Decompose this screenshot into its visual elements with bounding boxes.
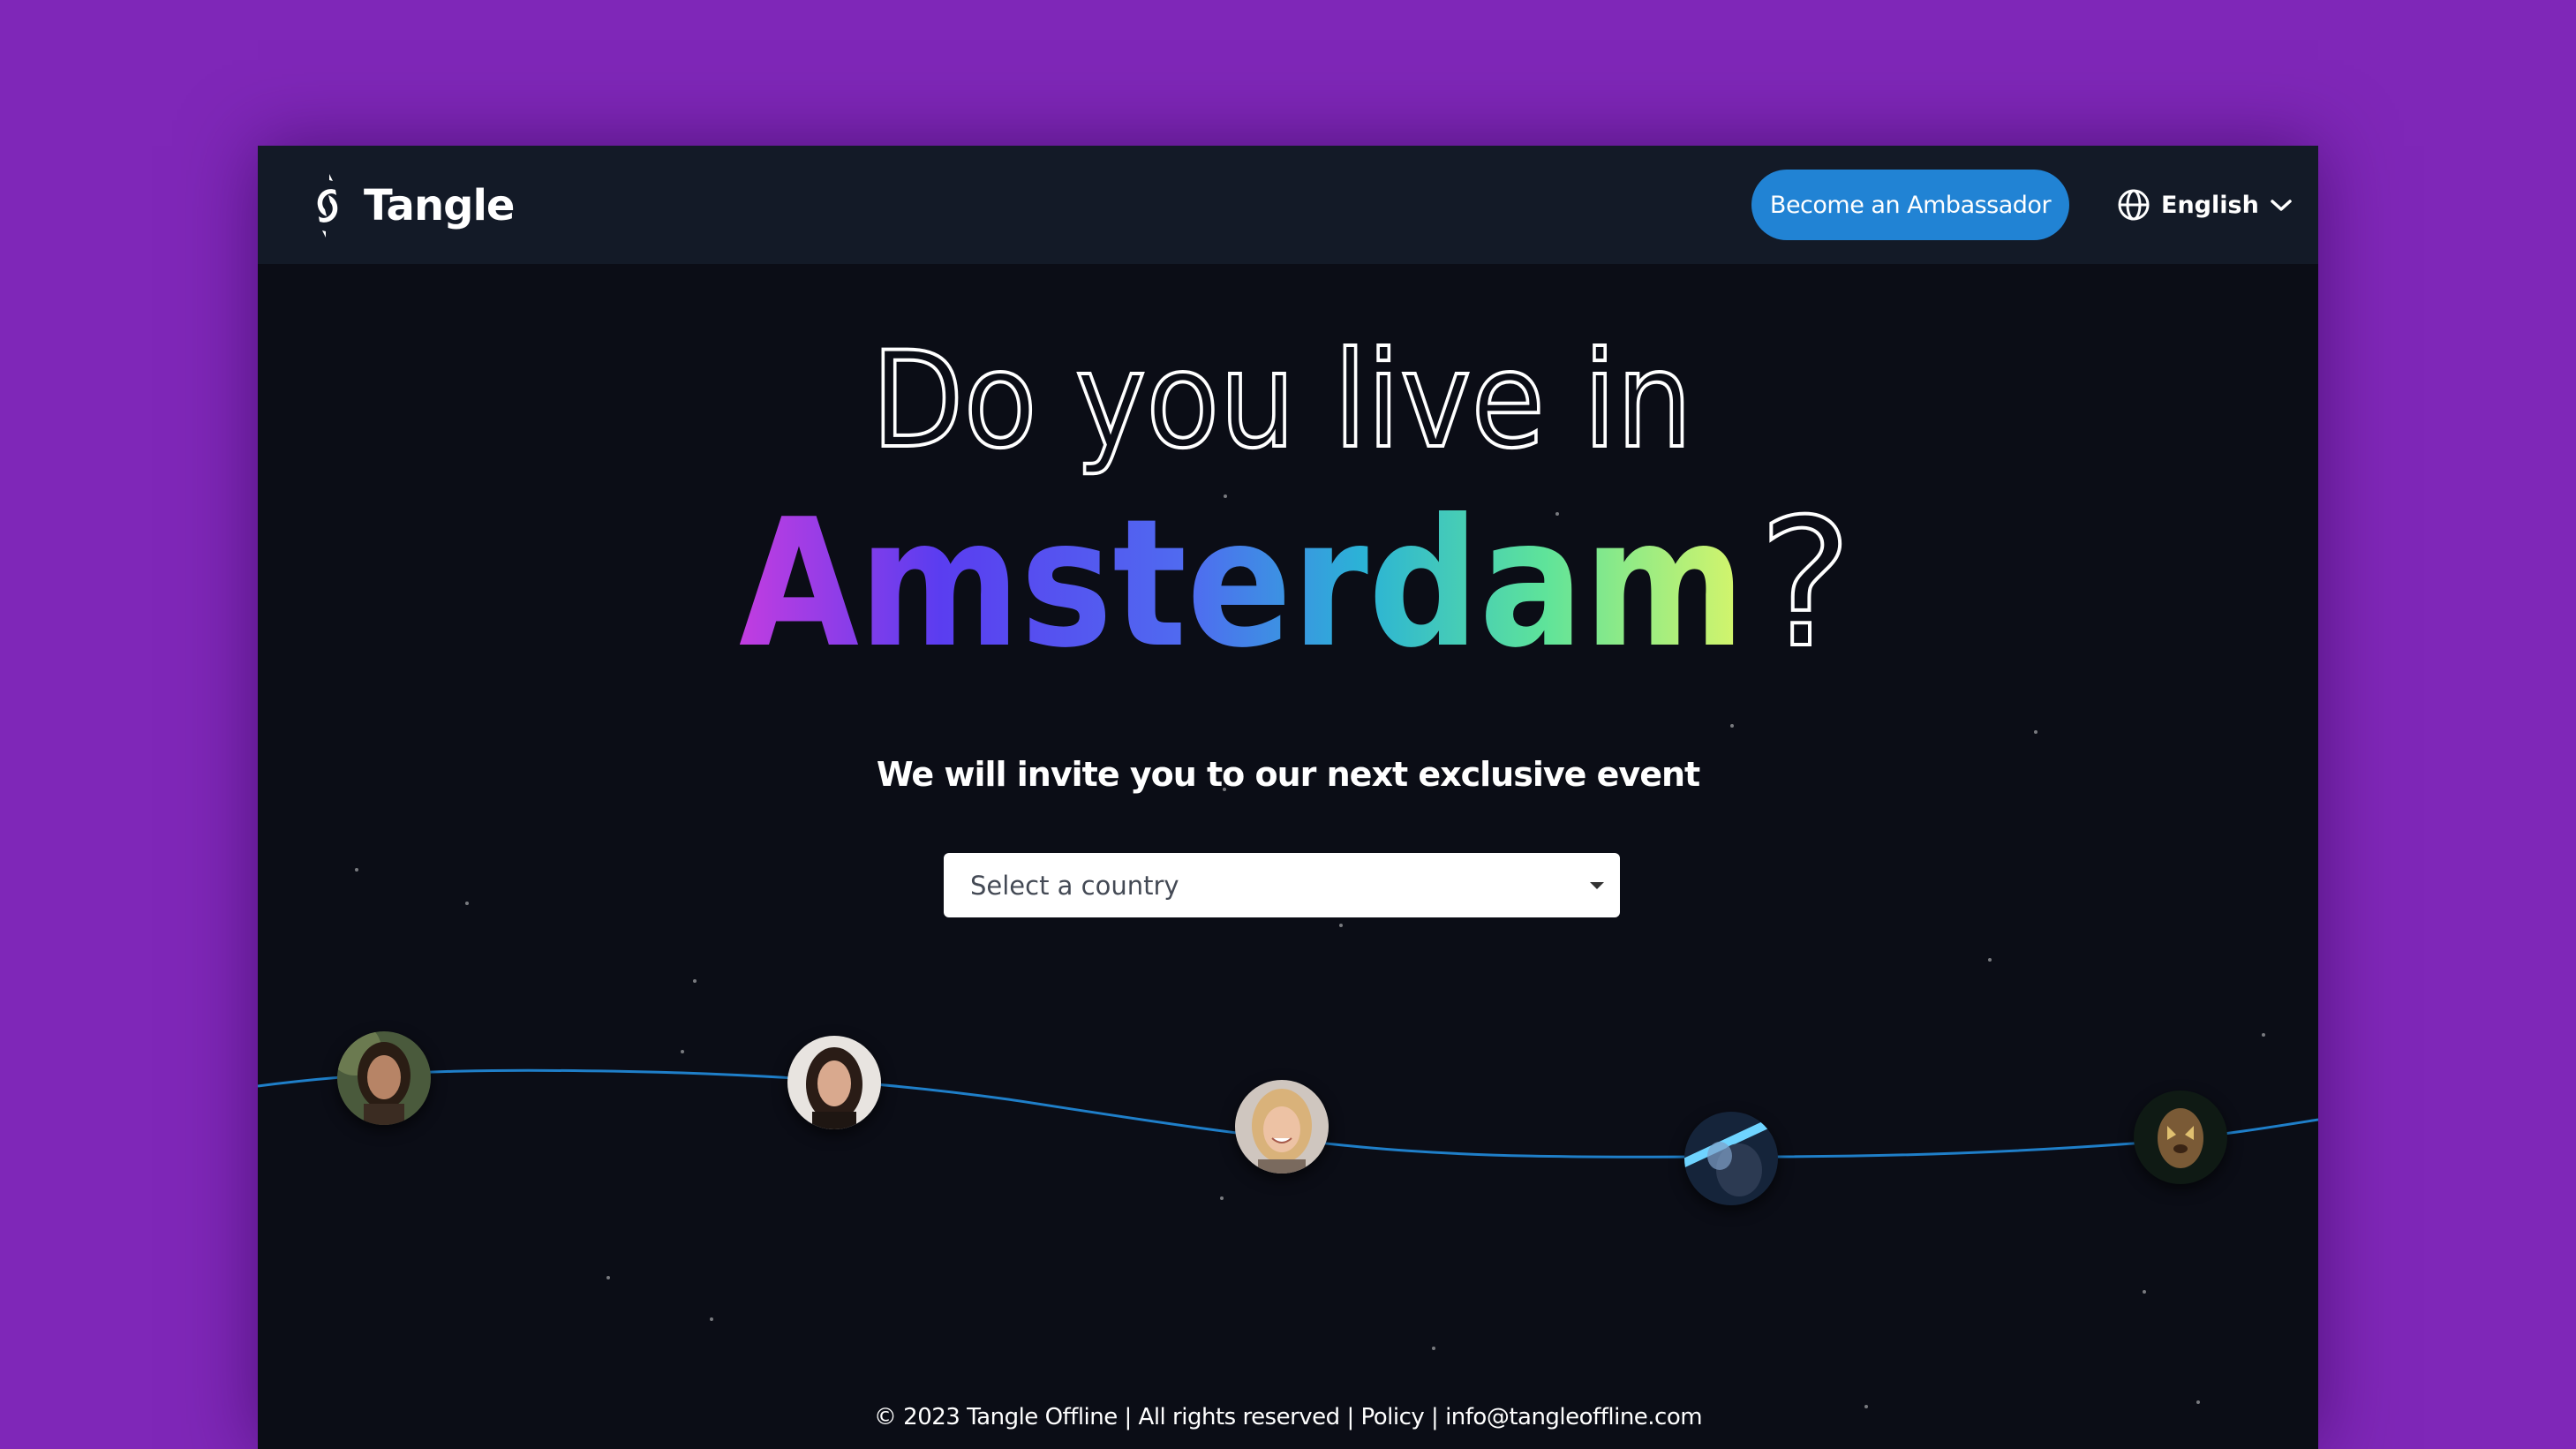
hero-heading-line1: Do you live in (870, 322, 1694, 477)
avatar-person-face-paint[interactable] (2134, 1091, 2227, 1184)
star (710, 1317, 713, 1321)
star (693, 979, 697, 983)
country-select-placeholder: Select a country (970, 870, 1179, 901)
star (465, 902, 469, 905)
star (355, 868, 358, 872)
star (681, 1050, 684, 1053)
hero-line1-text: Do you live in (871, 324, 1692, 477)
top-navbar: Tangle Become an Ambassador English (258, 146, 2318, 264)
avatar-person-neon-light[interactable] (1684, 1112, 1778, 1205)
star (606, 1276, 610, 1279)
hero-subtitle: We will invite you to our next exclusive… (876, 755, 1700, 794)
avatar-woman-dark-hair-outdoors[interactable] (337, 1031, 431, 1125)
star (2262, 1033, 2265, 1037)
become-ambassador-button[interactable]: Become an Ambassador (1751, 170, 2069, 240)
footer-separator: | (1424, 1404, 1446, 1430)
footer-policy-link[interactable]: Policy (1360, 1404, 1424, 1430)
avatar-woman-dark-hair-smiling[interactable] (787, 1036, 881, 1129)
brand[interactable]: Tangle (305, 169, 515, 243)
star (1730, 724, 1734, 728)
footer-email-link[interactable]: info@tangleoffline.com (1445, 1404, 1703, 1430)
footer-copyright: © 2023 Tangle Offline | All rights reser… (873, 1404, 1361, 1430)
country-select[interactable]: Select a country (944, 853, 1620, 917)
chevron-down-icon (2271, 200, 2292, 211)
star (2034, 730, 2037, 734)
star (1339, 924, 1343, 927)
brand-name: Tangle (364, 181, 515, 230)
app-window: Tangle Become an Ambassador English Do y… (258, 146, 2318, 1449)
globe-icon (2118, 189, 2150, 221)
language-selector[interactable]: English (2117, 181, 2293, 229)
star (1432, 1347, 1435, 1350)
footer: © 2023 Tangle Offline | All rights reser… (258, 1404, 2318, 1430)
avatar-woman-blonde-laughing[interactable] (1235, 1080, 1329, 1174)
hero-city-name: Amsterdam (739, 481, 1745, 675)
tangle-logo-icon (317, 174, 338, 238)
star (2143, 1290, 2146, 1294)
star (1220, 1196, 1224, 1200)
language-label: English (2161, 191, 2259, 219)
caret-down-icon (1590, 882, 1604, 889)
hero-heading-line2: Amsterdam ? (739, 479, 1854, 675)
star (1988, 958, 1992, 962)
hero-question-mark: ? (1759, 481, 1852, 675)
